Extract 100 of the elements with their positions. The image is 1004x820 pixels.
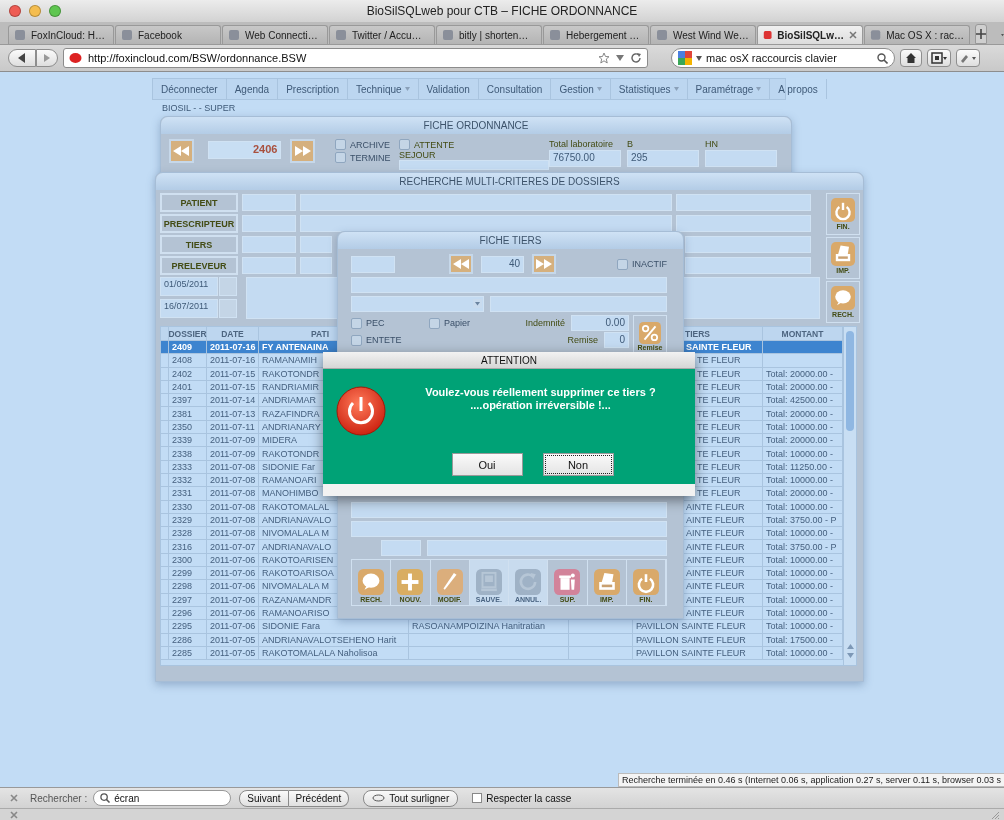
row-selector[interactable] [161,513,169,528]
row-selector[interactable] [161,606,169,621]
checkbox[interactable] [335,139,347,150]
calendar-button[interactable] [219,299,237,318]
calendar-button[interactable] [219,277,237,296]
row-selector[interactable] [161,633,169,647]
row-selector[interactable] [161,460,169,474]
number-field[interactable]: 40 [481,255,524,273]
dropdown[interactable] [351,296,484,312]
input-field[interactable] [300,215,672,232]
row-selector[interactable] [161,407,169,421]
scroll-thumb[interactable] [846,331,854,431]
row-selector[interactable] [161,420,169,435]
number-field[interactable]: 2406 [207,141,282,159]
checkbox[interactable] [472,793,483,803]
browser-tab[interactable]: Hebergement … [543,25,649,44]
input-field[interactable] [685,236,811,253]
previous-button[interactable] [449,254,473,274]
menu-item[interactable]: Agenda [226,79,279,99]
input-field[interactable] [427,540,667,556]
row-selector[interactable] [161,473,169,488]
input-field[interactable] [242,215,296,232]
row-selector[interactable] [161,540,169,554]
new-tab-button[interactable] [975,24,987,44]
browser-tab[interactable]: Web Connecti… [222,25,328,44]
row-selector[interactable] [161,567,169,581]
input-field[interactable] [705,150,777,167]
browser-tab[interactable]: West Wind We… [650,25,756,44]
row-selector[interactable] [161,500,169,514]
find-field[interactable]: écran [93,790,232,806]
date-field[interactable]: 16/07/2011 [160,299,218,318]
input-field[interactable] [351,277,667,293]
menu-item[interactable]: Validation [418,79,479,99]
menu-item[interactable]: Gestion [551,79,611,99]
menu-item[interactable]: Consultation [478,79,552,99]
row-selector[interactable] [161,646,169,661]
close-button[interactable] [9,5,21,17]
close-icon[interactable] [10,794,18,802]
resize-grip-icon[interactable] [990,809,1000,820]
back-button[interactable] [8,49,36,67]
menu-item[interactable]: Technique [348,79,419,99]
checkbox[interactable] [335,152,347,163]
input-field[interactable] [300,194,672,211]
dialog-button[interactable]: Non [542,453,614,476]
find-button[interactable]: Suivant [239,789,289,807]
browser-tab[interactable]: Twitter / Accu… [329,25,435,44]
previous-button[interactable] [169,139,194,163]
menu-item[interactable]: Déconnecter [153,79,227,99]
input-field[interactable] [685,257,811,274]
scroll-arrows-icon[interactable] [846,643,854,659]
zoom-button[interactable] [49,5,61,17]
input-field[interactable] [351,521,667,537]
input-field[interactable]: 76750.00 [549,150,621,167]
find-button[interactable]: Précédent [288,789,350,807]
row-selector[interactable] [161,620,169,634]
input-field[interactable] [399,160,549,170]
dropdown-arrow-icon[interactable] [616,55,624,61]
input-field[interactable] [381,540,421,556]
row-selector[interactable] [161,367,169,381]
checkbox[interactable] [399,139,410,150]
row-selector[interactable] [161,447,169,461]
input-field[interactable] [351,502,667,518]
bookmarks-button[interactable] [927,49,951,67]
dropdown-arrow-icon[interactable] [696,55,702,61]
highlight-button[interactable]: Tout surligner [363,789,459,807]
input-field[interactable] [490,296,667,312]
address-field[interactable]: http://foxincloud.com/BSW/ordonnance.BSW [63,48,648,68]
browser-tab[interactable]: bitly | shorten… [436,25,542,44]
date-field[interactable]: 01/05/2011 [160,277,218,296]
input-field[interactable]: 0.00 [571,315,629,331]
menu-item[interactable]: Paramétrage [687,79,771,99]
input-field[interactable] [242,257,296,274]
checkbox[interactable] [429,317,440,329]
input-field[interactable] [676,215,811,232]
input-field[interactable] [300,236,332,253]
reload-icon[interactable] [630,52,642,64]
search-icon[interactable] [877,52,888,64]
star-icon[interactable] [598,52,610,64]
row-selector[interactable] [161,434,169,448]
next-button[interactable] [532,254,556,274]
minimize-button[interactable] [29,5,41,17]
row-selector[interactable] [161,580,169,594]
checkbox[interactable] [617,258,628,270]
dialog-button[interactable]: Oui [451,453,523,476]
input-field[interactable]: 295 [627,150,699,167]
criteria-button[interactable]: PRESCRIPTEUR [160,214,238,233]
input-field[interactable] [242,194,296,211]
search-field[interactable]: mac osX raccourcis clavier [671,48,895,68]
column-header[interactable] [161,327,169,341]
row-selector[interactable] [161,394,169,408]
menu-item[interactable]: Prescription [278,79,348,99]
browser-tab[interactable]: FoxInCloud: H… [8,25,114,44]
row-selector[interactable] [161,593,169,607]
input-field[interactable] [242,236,296,253]
checkbox[interactable] [351,317,362,329]
input-field[interactable] [300,257,332,274]
criteria-button[interactable]: PATIENT [160,193,238,212]
home-button[interactable] [900,49,922,67]
column-header[interactable]: MONTANT [763,327,843,341]
criteria-button[interactable]: TIERS [160,235,238,254]
